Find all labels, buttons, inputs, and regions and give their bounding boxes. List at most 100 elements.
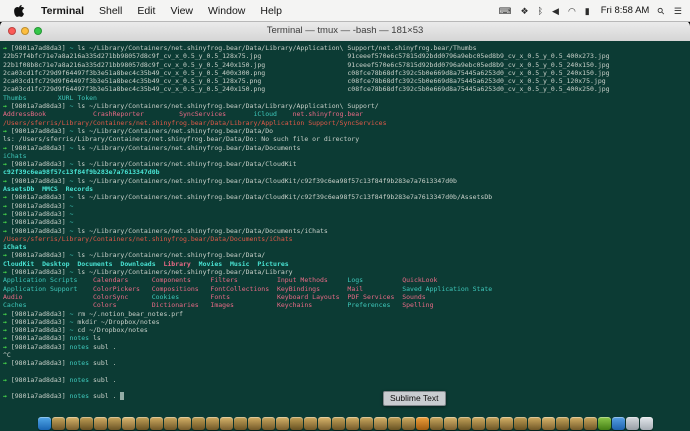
terminal-line: CloudKit Desktop Documents Downloads Lib…: [3, 260, 690, 268]
app-icon[interactable]: [80, 417, 93, 430]
terminal-line: → [9801a7ad8da3] ~ mkdir ~/Dropbox/notes: [3, 318, 690, 326]
terminal-line: → [9801a7ad8da3] ~ ls ~/Library/Containe…: [3, 144, 690, 152]
app-icon-green[interactable]: [598, 417, 611, 430]
terminal-line: 2ca03cd1fc729d9f64497f3b3e51a8bec4c35b49…: [3, 77, 690, 85]
app-icon[interactable]: [262, 417, 275, 430]
app-icon[interactable]: [360, 417, 373, 430]
app-icon[interactable]: [514, 417, 527, 430]
menu-window[interactable]: Window: [208, 5, 245, 17]
terminal-line: → [9801a7ad8da3] ~ ls ~/Library/Containe…: [3, 251, 690, 259]
menu-view[interactable]: View: [170, 5, 193, 17]
app-icon[interactable]: [528, 417, 541, 430]
terminal-line: → [9801a7ad8da3] ~ ls ~/Library/Containe…: [3, 160, 690, 168]
trash-icon[interactable]: [640, 417, 653, 430]
volume-icon[interactable]: ◀: [552, 6, 559, 17]
terminal-line: → [9801a7ad8da3] notes ls: [3, 334, 690, 342]
terminal-line: 22b1f08b8c71e7a8a216a335d271bb98057d8c9f…: [3, 61, 690, 69]
app-icon[interactable]: [150, 417, 163, 430]
terminal-line: c92f39c6ea98f57c13f84f9b283e7a7613347d0b: [3, 168, 690, 176]
app-icon[interactable]: [430, 417, 443, 430]
app-icon[interactable]: [318, 417, 331, 430]
wifi-icon[interactable]: ◠: [568, 6, 576, 17]
app-icon[interactable]: [178, 417, 191, 430]
app-icon[interactable]: [206, 417, 219, 430]
terminal-window: Terminal — tmux — -bash — 181×53 → [9801…: [0, 21, 690, 431]
spotlight-icon[interactable]: ⚲: [655, 5, 667, 17]
app-icon[interactable]: [374, 417, 387, 430]
menu-shell[interactable]: Shell: [99, 5, 122, 17]
terminal-line: AddressBook CrashReporter SyncServices i…: [3, 110, 690, 118]
menu-items: Terminal Shell Edit View Window Help: [29, 5, 282, 17]
terminal-line: iChats: [3, 243, 690, 251]
app-icon[interactable]: [332, 417, 345, 430]
terminal-line: iChats: [3, 152, 690, 160]
terminal-line: → [9801a7ad8da3] notes subl .: [3, 376, 690, 384]
terminal-line: → [9801a7ad8da3] ~ ls ~/Library/Containe…: [3, 102, 690, 110]
battery-icon[interactable]: ▮: [585, 6, 590, 17]
app-icon[interactable]: [472, 417, 485, 430]
app-icon[interactable]: [164, 417, 177, 430]
zoom-button[interactable]: [34, 27, 42, 35]
close-button[interactable]: [8, 27, 16, 35]
minimize-button[interactable]: [21, 27, 29, 35]
terminal-line: /Users/sferris/Library/Containers/net.sh…: [3, 235, 690, 243]
menu-terminal[interactable]: Terminal: [41, 5, 84, 17]
terminal-line: → [9801a7ad8da3] ~ ls ~/Library/Containe…: [3, 227, 690, 235]
menu-edit[interactable]: Edit: [137, 5, 155, 17]
terminal-line: → [9801a7ad8da3] notes subl .: [3, 343, 690, 351]
notification-center-icon[interactable]: ☰: [674, 6, 682, 17]
terminal-line: ^C: [3, 351, 690, 359]
terminal-line: [3, 368, 690, 376]
app-icon[interactable]: [290, 417, 303, 430]
app-icon[interactable]: [136, 417, 149, 430]
app-icon-blue[interactable]: [612, 417, 625, 430]
terminal-output[interactable]: → [9801a7ad8da3] ~ ls ~/Library/Containe…: [0, 41, 690, 431]
terminal-line: Application Support ColorPickers Composi…: [3, 285, 690, 293]
finder-icon[interactable]: [38, 417, 51, 430]
app-icon[interactable]: [458, 417, 471, 430]
keyboard-icon[interactable]: ⌨: [499, 6, 512, 17]
app-icon[interactable]: [304, 417, 317, 430]
app-icon[interactable]: [500, 417, 513, 430]
window-controls: [8, 27, 42, 35]
app-icon[interactable]: [486, 417, 499, 430]
system-preferences-icon[interactable]: [626, 417, 639, 430]
app-icon[interactable]: [542, 417, 555, 430]
terminal-line: [3, 384, 690, 392]
app-icon[interactable]: [66, 417, 79, 430]
terminal-line: → [9801a7ad8da3] ~: [3, 210, 690, 218]
terminal-line: /Users/sferris/Library/Containers/net.sh…: [3, 119, 690, 127]
app-icon[interactable]: [444, 417, 457, 430]
terminal-line: 2ca03cd1fc729d9f64497f3b3e51a8bec4c35b49…: [3, 85, 690, 93]
sublime-text-icon[interactable]: [416, 417, 429, 430]
app-icon[interactable]: [276, 417, 289, 430]
menu-help[interactable]: Help: [260, 5, 282, 17]
bluetooth-icon[interactable]: ᛒ: [538, 6, 543, 16]
terminal-line: ls: /Users/sferris/Library/Containers/ne…: [3, 135, 690, 143]
app-icon[interactable]: [248, 417, 261, 430]
app-icon[interactable]: [192, 417, 205, 430]
apple-icon[interactable]: [14, 4, 25, 17]
app-icon[interactable]: [52, 417, 65, 430]
app-icon[interactable]: [94, 417, 107, 430]
app-icon[interactable]: [556, 417, 569, 430]
app-icon[interactable]: [584, 417, 597, 430]
terminal-line: → [9801a7ad8da3] ~ rm ~/.notion_bear_not…: [3, 310, 690, 318]
app-icon[interactable]: [122, 417, 135, 430]
terminal-line: AssetsDb MMCS Records: [3, 185, 690, 193]
app-icon[interactable]: [234, 417, 247, 430]
right-icons: ⚲☰: [649, 5, 682, 17]
app-icon[interactable]: [402, 417, 415, 430]
app-icon[interactable]: [346, 417, 359, 430]
terminal-line: → [9801a7ad8da3] ~ ls ~/Library/Containe…: [3, 44, 690, 52]
screen: Terminal Shell Edit View Window Help ⌨ ❖ ᛒ ◀ ◠ ▮ F…: [0, 0, 690, 431]
menu-bar-clock[interactable]: Fri 8:58 AM: [601, 5, 650, 16]
dropbox-icon[interactable]: ❖: [521, 6, 529, 17]
app-icon[interactable]: [220, 417, 233, 430]
app-icon[interactable]: [388, 417, 401, 430]
app-icon[interactable]: [108, 417, 121, 430]
terminal-line: → [9801a7ad8da3] ~ ls ~/Library/Containe…: [3, 268, 690, 276]
app-icon[interactable]: [570, 417, 583, 430]
terminal-line: → [9801a7ad8da3] ~: [3, 202, 690, 210]
window-title-bar[interactable]: Terminal — tmux — -bash — 181×53: [0, 21, 690, 42]
